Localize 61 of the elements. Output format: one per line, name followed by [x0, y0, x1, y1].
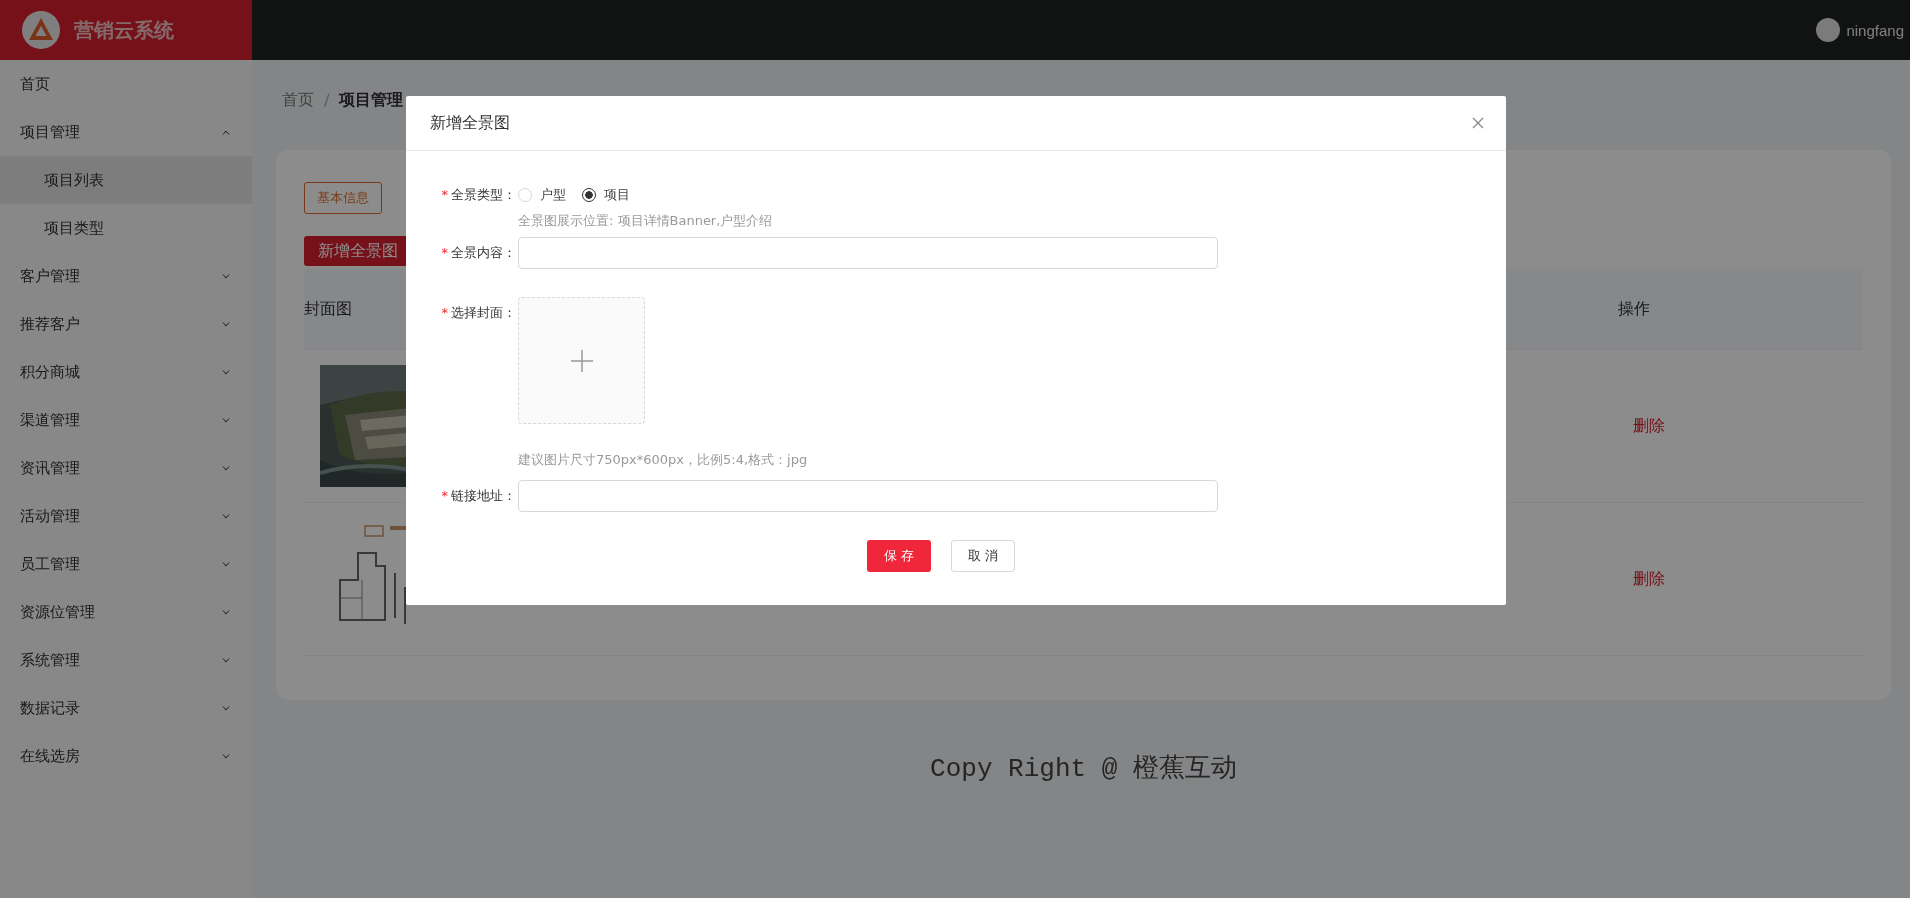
breadcrumb-link[interactable]: 首页 [282, 89, 314, 111]
sidebar-item[interactable]: 积分商城 [0, 348, 252, 396]
upload-area[interactable] [518, 297, 645, 424]
sidebar-item[interactable]: 项目管理 [0, 108, 252, 156]
caret-icon [222, 321, 230, 327]
plus-icon [570, 349, 593, 372]
caret-icon [222, 417, 230, 423]
caret-icon [222, 273, 230, 279]
dialog-title: 新增全景图 [430, 112, 510, 134]
radio-label[interactable]: 户型 [540, 186, 566, 204]
tab[interactable]: 基本信息 [304, 182, 382, 214]
sidebar-item[interactable]: 首页 [0, 60, 252, 108]
breadcrumb-separator: / [324, 90, 330, 110]
cancel-button[interactable]: 取 消 [951, 540, 1015, 572]
delete-link[interactable]: 删除 [1633, 568, 1665, 588]
sidebar-item[interactable]: 推荐客户 [0, 300, 252, 348]
required-mark: * [441, 304, 448, 322]
radio-button[interactable] [582, 188, 596, 202]
sidebar-item[interactable]: 客户管理 [0, 252, 252, 300]
field-label: 全景类型： [451, 186, 516, 204]
sidebar-item[interactable]: 资源位管理 [0, 588, 252, 636]
logo-icon [22, 11, 60, 49]
sidebar-item[interactable]: 员工管理 [0, 540, 252, 588]
copyright-text: Copy Right @ 橙蕉互动 [929, 753, 1238, 785]
caret-icon [222, 657, 230, 663]
close-icon[interactable] [1472, 117, 1484, 129]
field-label: 选择封面： [451, 304, 516, 322]
caret-icon [222, 753, 230, 759]
sidebar-item[interactable]: 在线选房 [0, 732, 252, 780]
required-mark: * [441, 487, 448, 505]
field-label: 链接地址： [451, 487, 516, 505]
breadcrumb-link[interactable]: 项目管理 [339, 89, 404, 111]
save-button[interactable]: 保 存 [867, 540, 931, 572]
radio-label[interactable]: 项目 [604, 186, 630, 204]
input-field[interactable] [518, 237, 1218, 269]
user-name[interactable]: ningfang [1846, 21, 1904, 39]
caret-icon [222, 609, 230, 615]
field-label: 全景内容： [451, 244, 516, 262]
sidebar-subitem[interactable]: 项目列表 [0, 156, 252, 204]
sidebar-item[interactable]: 渠道管理 [0, 396, 252, 444]
caret-icon [222, 129, 230, 135]
sidebar-subitem[interactable]: 项目类型 [0, 204, 252, 252]
caret-icon [222, 465, 230, 471]
caret-icon [222, 513, 230, 519]
column-header: 封面图 [304, 298, 352, 318]
column-header: 操作 [1618, 298, 1650, 318]
avatar[interactable] [1816, 18, 1841, 42]
caret-icon [222, 561, 230, 567]
app-title: 营销云系统 [74, 16, 174, 44]
delete-link[interactable]: 删除 [1633, 415, 1665, 435]
caret-icon [222, 369, 230, 375]
input-field[interactable] [518, 480, 1218, 512]
sidebar-item[interactable]: 活动管理 [0, 492, 252, 540]
required-mark: * [441, 244, 448, 262]
caret-icon [222, 705, 230, 711]
sidebar-item[interactable]: 资讯管理 [0, 444, 252, 492]
sidebar-item[interactable]: 数据记录 [0, 684, 252, 732]
sidebar-item[interactable]: 系统管理 [0, 636, 252, 684]
hint-text: 全景图展示位置: 项目详情Banner,户型介绍 [518, 212, 774, 230]
hint-text: 建议图片尺寸750px*600px，比例5:4,格式：jpg [518, 451, 809, 469]
required-mark: * [441, 186, 448, 204]
